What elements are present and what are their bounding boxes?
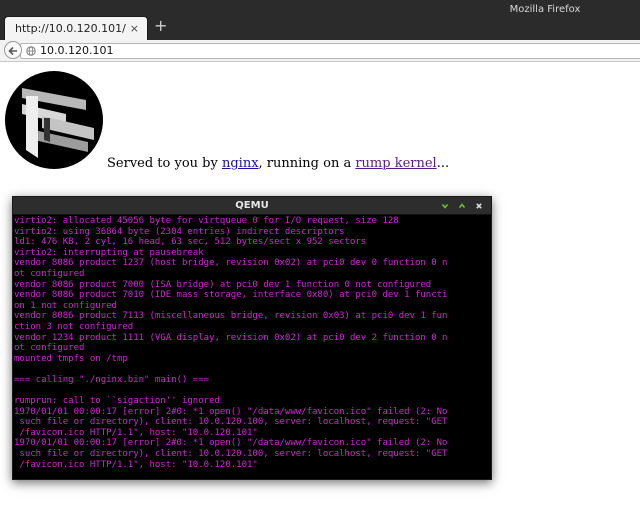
- console-line: virtio2: using 36864 byte (2304 entries)…: [14, 226, 345, 237]
- tab-close-icon[interactable]: ×: [130, 22, 139, 35]
- console-line: ld1: 476 KB, 2 cyl, 16 head, 63 sec, 512…: [14, 237, 367, 248]
- console-line: mounted tmpfs on /tmp: [14, 353, 128, 364]
- console-line: virtio2: allocated 45056 byte for virtqu…: [14, 216, 399, 226]
- maximize-icon[interactable]: [457, 201, 467, 211]
- served-prefix: Served to you by: [107, 156, 222, 171]
- qemu-console[interactable]: virtio2: allocated 45056 byte for virtqu…: [13, 216, 491, 470]
- qemu-window[interactable]: QEMU virtio2: allocated 45056 byte for v…: [12, 196, 492, 480]
- back-button[interactable]: [4, 41, 22, 59]
- minimize-icon[interactable]: [440, 201, 450, 211]
- console-line: 1970/01/01 00:00:17 [error] 2#0: *1 open…: [14, 438, 448, 449]
- new-tab-button[interactable]: +: [154, 18, 167, 34]
- served-middle: , running on a: [258, 156, 356, 171]
- console-line: vendor 8086 product 1237 (host bridge, r…: [14, 258, 448, 269]
- globe-icon: [26, 46, 36, 56]
- window-title: Mozilla Firefox: [509, 4, 581, 15]
- close-icon[interactable]: [474, 201, 484, 211]
- nginx-link[interactable]: nginx: [222, 156, 259, 171]
- console-line: vendor 1234 product 1111 (VGA display, r…: [14, 332, 448, 343]
- console-line: 1970/01/01 00:00:17 [error] 2#0: *1 open…: [14, 406, 448, 417]
- window-titlebar: Mozilla Firefox http://10.0.120.101/ × +: [0, 0, 640, 40]
- qemu-titlebar[interactable]: QEMU: [13, 197, 491, 215]
- console-line: such file or directory), client: 10.0.12…: [14, 417, 448, 428]
- back-arrow-icon: [8, 46, 17, 56]
- console-line: /favicon.ico HTTP/1.1", host: "10.0.120.…: [14, 459, 258, 470]
- rump-kernel-logo: [5, 71, 103, 169]
- served-suffix: ...: [436, 156, 450, 171]
- console-line: on 1 not configured: [14, 300, 117, 311]
- console-line: rumprun: call to ``sigaction'' ignored: [14, 396, 220, 407]
- console-line: === calling "./nginx.bin" main() ===: [14, 374, 210, 385]
- served-by-line: Served to you by nginx, running on a rum…: [107, 156, 449, 171]
- console-line: ot configured: [14, 343, 85, 354]
- qemu-title: QEMU: [235, 200, 269, 211]
- rump-kernel-link[interactable]: rump kernel: [355, 156, 436, 171]
- console-line: vendor 8086 product 7000 (ISA bridge) at…: [14, 279, 432, 290]
- url-text: 10.0.120.101: [40, 44, 114, 57]
- console-line: ction 3 not configured: [14, 321, 134, 332]
- console-line: ot configured: [14, 268, 85, 279]
- console-line: vendor 8086 product 7113 (miscellaneous …: [14, 311, 448, 322]
- navigation-bar: 10.0.120.101: [0, 40, 640, 62]
- console-line: such file or directory), client: 10.0.12…: [14, 449, 448, 460]
- tab-title: http://10.0.120.101/: [15, 22, 126, 35]
- console-line: virtio2: interrupting at pausebreak: [14, 247, 204, 258]
- browser-tab[interactable]: http://10.0.120.101/ ×: [4, 16, 148, 40]
- console-line: /favicon.ico HTTP/1.1", host: "10.0.120.…: [14, 427, 258, 438]
- console-line: vendor 8086 product 7010 (IDE mass stora…: [14, 290, 448, 301]
